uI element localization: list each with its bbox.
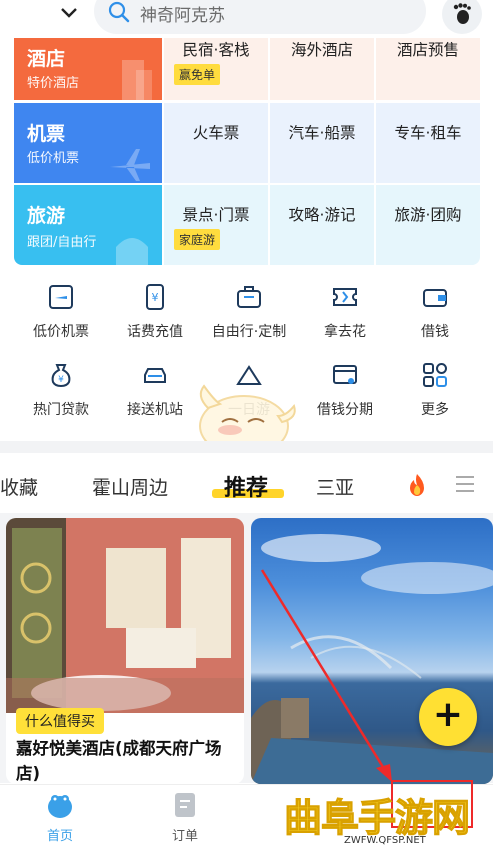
tab-sanya[interactable]: 三亚	[316, 473, 354, 500]
money-bag-icon: ¥	[51, 364, 71, 388]
grid-item-label: 攻略·游记	[288, 206, 356, 224]
travel-title: 旅游	[27, 205, 66, 227]
feed-tabs: 收藏 霍山周边 推荐 三亚	[0, 453, 493, 513]
menu-icon[interactable]	[454, 475, 476, 493]
grid-item-bus-ship[interactable]: 汽车·船票	[270, 103, 374, 183]
footprint-icon	[453, 3, 471, 24]
grid-item-guides[interactable]: 攻略·游记	[270, 185, 374, 265]
quick-loans[interactable]: ¥ 热门贷款	[12, 358, 110, 422]
chevron-down-icon[interactable]	[58, 4, 80, 22]
grid-item-label: 专车·租车	[394, 124, 462, 142]
quick-installment[interactable]: 借钱分期	[296, 358, 394, 422]
feed-card-seaside[interactable]: +	[251, 518, 493, 784]
hotel-subtitle: 特价酒店	[27, 76, 80, 91]
grid-item-label: 旅游·团购	[394, 206, 462, 224]
grid-item-label: 景点·门票	[182, 206, 250, 224]
plane-ticket-icon	[49, 285, 73, 309]
car-icon	[144, 368, 166, 383]
order-icon	[175, 793, 195, 817]
phone-yuan-icon: ¥	[146, 284, 164, 310]
grid-item-train[interactable]: 火车票	[164, 103, 268, 183]
section-divider	[0, 441, 493, 453]
tab-recommend[interactable]: 推荐	[224, 470, 268, 502]
grid-item-label: 酒店预售	[396, 41, 459, 59]
tag-badge: 赢免单	[174, 64, 221, 85]
grid-item-label: 海外酒店	[290, 41, 353, 59]
add-button[interactable]: +	[419, 688, 477, 746]
svg-text:¥: ¥	[58, 375, 64, 385]
voucher-icon	[333, 288, 357, 306]
travel-subtitle: 跟团/自由行	[27, 235, 97, 250]
watermark-url: ZWFW.QFSP.NET	[344, 835, 426, 846]
watermark-title: 曲阜手游网	[283, 795, 470, 840]
grid-item-label: 汽车·船票	[288, 124, 356, 142]
category-grid: 酒店 特价酒店 民宿·客栈 赢免单 海外酒店 酒店预售 机票 低价机票 火车票 …	[14, 38, 484, 266]
nav-home[interactable]: 首页	[30, 791, 90, 847]
hotel-title: 酒店	[27, 48, 66, 70]
quick-borrow[interactable]: 借钱	[386, 280, 484, 344]
tab-favorites[interactable]: 收藏	[0, 473, 38, 500]
grid-item-attractions[interactable]: 景点·门票 家庭游	[164, 185, 268, 265]
plane-icon	[110, 149, 150, 181]
flight-title: 机票	[27, 123, 66, 145]
grid-item-car-rental[interactable]: 专车·租车	[376, 103, 480, 183]
quick-phone-topup[interactable]: ¥ 话费充值	[106, 280, 204, 344]
tabs-fade	[428, 459, 456, 507]
quick-nahuahua[interactable]: 拿去花	[296, 280, 394, 344]
search-placeholder: 神奇阿克苏	[140, 6, 225, 26]
nav-orders-label: 订单	[171, 829, 198, 844]
quick-more[interactable]: 更多	[386, 358, 484, 422]
watermark: 曲阜手游网 ZWFW.QFSP.NET	[282, 787, 493, 849]
nav-orders[interactable]: 订单	[155, 791, 215, 847]
home-mascot-icon	[48, 795, 72, 818]
card-user-icon	[333, 365, 357, 384]
feed-card-hotel[interactable]: 什么值得买 嘉好悦美酒店(成都天府广场店)	[6, 518, 244, 784]
flight-subtitle: 低价机票	[27, 151, 80, 166]
recommend-badge: 什么值得买	[16, 708, 104, 734]
grid-icon	[423, 363, 447, 387]
hotel-photo	[6, 518, 244, 713]
nav-home-label: 首页	[46, 829, 73, 844]
grid-item-hotel-presale[interactable]: 酒店预售	[376, 38, 480, 100]
grid-item-label: 民宿·客栈	[182, 41, 250, 59]
hotel-card-title: 嘉好悦美酒店(成都天府广场店)	[16, 739, 222, 783]
quick-plane-ticket[interactable]: 低价机票	[12, 280, 110, 344]
header: 神奇阿克苏	[0, 0, 493, 38]
suitcase-icon	[237, 286, 261, 308]
palace-icon	[116, 238, 148, 265]
travel-tile[interactable]: 旅游 跟团/自由行	[14, 185, 162, 265]
grid-item-label: 火车票	[192, 124, 240, 142]
tag-badge: 家庭游	[174, 229, 221, 250]
building-icon	[122, 60, 152, 100]
wallet-icon	[423, 289, 447, 307]
grid-item-overseas-hotel[interactable]: 海外酒店	[270, 38, 374, 100]
grid-item-homestay[interactable]: 民宿·客栈 赢免单	[164, 38, 268, 100]
plus-icon: +	[432, 694, 464, 735]
tab-huoshan[interactable]: 霍山周边	[92, 473, 168, 500]
flight-tile[interactable]: 机票 低价机票	[14, 103, 162, 183]
footprint-button[interactable]	[442, 0, 482, 34]
search-icon	[108, 1, 130, 23]
quick-custom-trip[interactable]: 自由行·定制	[200, 280, 298, 344]
search-input[interactable]: 神奇阿克苏	[94, 0, 426, 34]
svg-text:¥: ¥	[152, 291, 159, 304]
grid-item-group-buy[interactable]: 旅游·团购	[376, 185, 480, 265]
fire-icon[interactable]	[406, 473, 428, 497]
hotel-tile[interactable]: 酒店 特价酒店	[14, 38, 162, 100]
